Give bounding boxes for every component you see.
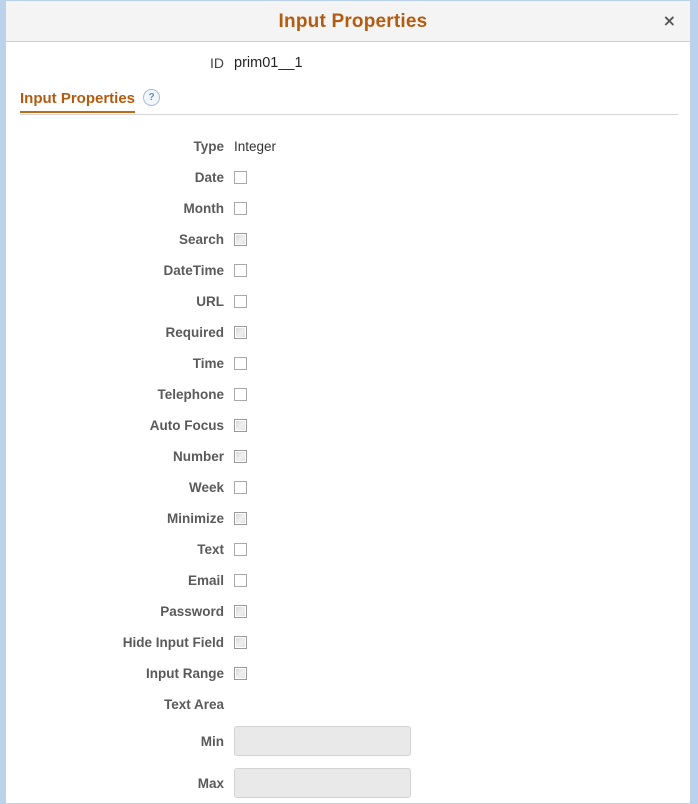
checkbox-control xyxy=(234,574,690,587)
checkbox-row: Time xyxy=(6,348,690,379)
checkbox-row: Auto Focus xyxy=(6,410,690,441)
section-title: Input Properties xyxy=(20,90,136,114)
checkbox-search[interactable] xyxy=(234,233,247,246)
dialog-title: Input Properties xyxy=(278,10,428,32)
checkbox-label: Minimize xyxy=(166,511,224,526)
checkbox-control xyxy=(234,481,690,494)
checkbox-minimize[interactable] xyxy=(234,512,247,525)
max-label: Max xyxy=(197,775,224,791)
checkbox-label: Time xyxy=(192,356,224,371)
checkbox-control xyxy=(234,667,690,680)
checkbox-date[interactable] xyxy=(234,171,247,184)
checkbox-control xyxy=(234,295,690,308)
type-value: Integer xyxy=(234,139,277,154)
checkbox-label: Telephone xyxy=(157,387,224,402)
input-properties-dialog: Input Properties × ID prim01__1 Input Pr… xyxy=(0,0,698,804)
checkbox-email[interactable] xyxy=(234,574,247,587)
checkbox-control xyxy=(234,388,690,401)
dialog-body: ID prim01__1 Input Properties ? Type Int… xyxy=(6,42,690,803)
checkbox-url[interactable] xyxy=(234,295,247,308)
checkbox-row: URL xyxy=(6,286,690,317)
checkbox-control xyxy=(234,202,690,215)
checkbox-label: Text xyxy=(197,542,224,557)
checkbox-label: Date xyxy=(194,170,224,185)
checkbox-telephone[interactable] xyxy=(234,388,247,401)
checkbox-auto-focus[interactable] xyxy=(234,419,247,432)
properties-field-list: Type Integer Date Month Search DateTime URL R… xyxy=(6,131,690,803)
checkbox-row: Number xyxy=(6,441,690,472)
checkbox-hide-input-field[interactable] xyxy=(234,636,247,649)
type-control: Integer xyxy=(234,139,690,154)
checkbox-password[interactable] xyxy=(234,605,247,618)
max-input[interactable] xyxy=(234,768,411,798)
checkbox-number[interactable] xyxy=(234,450,247,463)
text-area-row: Text Area xyxy=(6,689,690,720)
id-label: ID xyxy=(210,54,224,71)
id-value: prim01__1 xyxy=(234,54,303,71)
type-label: Type xyxy=(193,139,224,154)
checkbox-label: Month xyxy=(183,201,224,216)
text-area-label: Text Area xyxy=(163,697,224,712)
checkbox-row: Search xyxy=(6,224,690,255)
checkbox-month[interactable] xyxy=(234,202,247,215)
checkbox-row: Hide Input Field xyxy=(6,627,690,658)
checkbox-row: Month xyxy=(6,193,690,224)
checkbox-label: Week xyxy=(188,480,224,495)
checkbox-rows: Date Month Search DateTime URL Required Time Te… xyxy=(6,162,690,689)
max-control xyxy=(234,768,690,798)
checkbox-label: DateTime xyxy=(163,263,224,278)
checkbox-row: Date xyxy=(6,162,690,193)
checkbox-row: Week xyxy=(6,472,690,503)
help-icon[interactable]: ? xyxy=(143,89,161,106)
checkbox-row: DateTime xyxy=(6,255,690,286)
checkbox-control xyxy=(234,450,690,463)
checkbox-text[interactable] xyxy=(234,543,247,556)
checkbox-label: Password xyxy=(160,604,224,619)
checkbox-control xyxy=(234,357,690,370)
checkbox-row: Text xyxy=(6,534,690,565)
checkbox-required[interactable] xyxy=(234,326,247,339)
min-control xyxy=(234,726,690,756)
checkbox-row: Email xyxy=(6,565,690,596)
checkbox-input-range[interactable] xyxy=(234,667,247,680)
checkbox-row: Input Range xyxy=(6,658,690,689)
checkbox-label: Auto Focus xyxy=(149,418,224,433)
checkbox-row: Telephone xyxy=(6,379,690,410)
min-row: Min xyxy=(6,720,690,762)
checkbox-row: Password xyxy=(6,596,690,627)
checkbox-control xyxy=(234,264,690,277)
checkbox-control xyxy=(234,512,690,525)
checkbox-row: Required xyxy=(6,317,690,348)
dialog-titlebar: Input Properties × xyxy=(6,1,690,42)
checkbox-label: Email xyxy=(187,573,224,588)
checkbox-control xyxy=(234,419,690,432)
type-row: Type Integer xyxy=(6,131,690,162)
checkbox-datetime[interactable] xyxy=(234,264,247,277)
checkbox-label: Hide Input Field xyxy=(122,635,224,650)
checkbox-control xyxy=(234,326,690,339)
checkbox-control xyxy=(234,543,690,556)
checkbox-week[interactable] xyxy=(234,481,247,494)
section-header: Input Properties ? xyxy=(20,89,678,115)
max-row: Max xyxy=(6,762,690,803)
checkbox-label: URL xyxy=(196,294,224,309)
min-label: Min xyxy=(200,733,224,749)
checkbox-control xyxy=(234,171,690,184)
checkbox-control xyxy=(234,636,690,649)
id-control: prim01__1 xyxy=(234,55,690,71)
checkbox-label: Search xyxy=(178,232,224,247)
min-input[interactable] xyxy=(234,726,411,756)
checkbox-label: Input Range xyxy=(146,666,224,681)
id-row: ID prim01__1 xyxy=(6,42,690,83)
checkbox-label: Number xyxy=(172,449,224,464)
checkbox-control xyxy=(234,233,690,246)
checkbox-control xyxy=(234,605,690,618)
checkbox-row: Minimize xyxy=(6,503,690,534)
checkbox-label: Required xyxy=(165,325,224,340)
close-icon[interactable]: × xyxy=(663,13,676,29)
checkbox-time[interactable] xyxy=(234,357,247,370)
